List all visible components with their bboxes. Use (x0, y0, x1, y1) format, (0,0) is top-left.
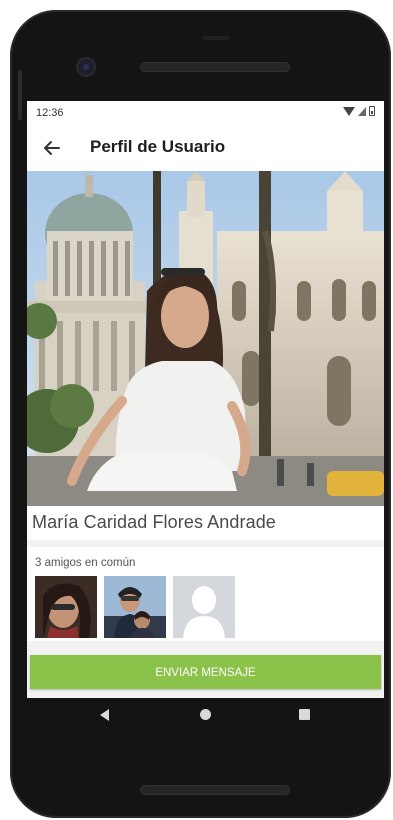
app-bar: Perfil de Usuario (27, 127, 384, 171)
friend-placeholder-avatar[interactable] (173, 576, 235, 638)
page-title: Perfil de Usuario (90, 137, 226, 156)
battery-icon (369, 106, 375, 116)
profile-name: María Caridad Flores Andrade (32, 512, 276, 532)
signal-icon (358, 106, 366, 116)
status-icons (343, 106, 375, 116)
profile-photo (27, 171, 384, 506)
side-button (18, 70, 22, 120)
mutual-friends-label: 3 amigos en común (35, 557, 136, 569)
bottom-speaker (140, 785, 290, 795)
front-camera-icon (78, 59, 94, 75)
status-bar: 12:36 (27, 101, 384, 127)
profile-name-card: María Caridad Flores Andrade (27, 506, 384, 540)
friend-avatar-2[interactable] (104, 576, 166, 638)
top-notch (203, 36, 229, 40)
nav-home-icon[interactable] (200, 709, 211, 720)
top-speaker (140, 62, 290, 72)
friend-avatar-1[interactable] (35, 576, 97, 638)
status-time: 12:36 (36, 107, 64, 119)
mutual-friends-card: 3 amigos en común (27, 547, 384, 641)
nav-back-icon[interactable] (100, 709, 109, 721)
nav-recents-icon[interactable] (299, 709, 310, 720)
system-nav-bar (27, 698, 384, 734)
wifi-icon (343, 106, 355, 116)
arrow-left-icon[interactable] (39, 135, 65, 161)
app-screen: 12:36 Perfil de Usuario María Caridad Fl… (27, 101, 384, 698)
send-message-button[interactable]: ENVIAR MENSAJE (30, 655, 381, 689)
